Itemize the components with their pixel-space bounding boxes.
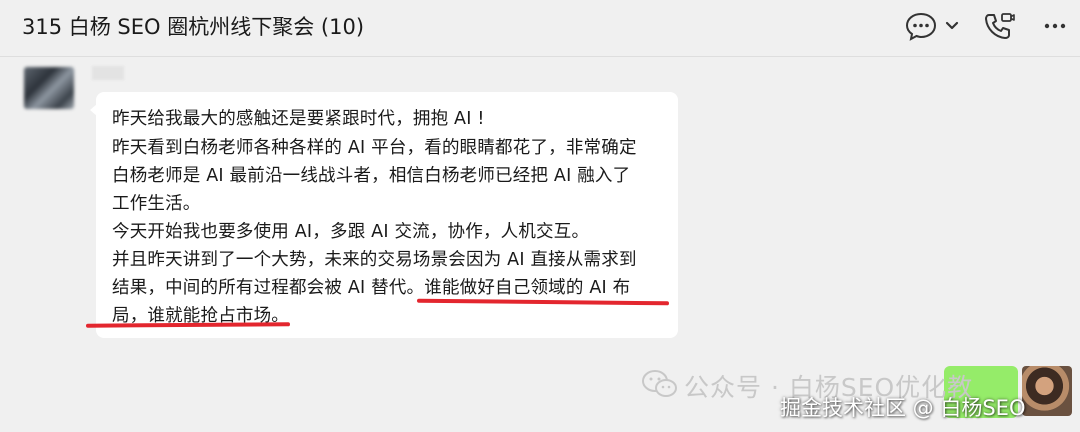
- message-line: 昨天给我最大的感触还是要紧跟时代，拥抱 AI !: [112, 109, 485, 129]
- message-line: 并且昨天讲到了一个大势，未来的交易场景会因为 AI 直接从需求到: [112, 250, 637, 270]
- more-icon[interactable]: [1038, 10, 1072, 42]
- chat-title: 315 白杨 SEO 圈杭州线下聚会 (10): [22, 15, 365, 39]
- header-divider: [0, 56, 1080, 57]
- chat-bubble-icon[interactable]: [904, 10, 938, 42]
- chat-header: 315 白杨 SEO 圈杭州线下聚会 (10): [0, 0, 1080, 54]
- bubble-tail: [90, 104, 97, 116]
- message-line: 白杨老师是 AI 最前沿一线战斗者，相信白杨老师已经把 AI 融入了: [112, 166, 631, 186]
- message-line: 今天开始我也要多使用 AI，多跟 AI 交流，协作，人机交互。: [112, 222, 590, 242]
- chevron-down-icon[interactable]: [944, 10, 960, 42]
- self-avatar[interactable]: [1022, 366, 1072, 416]
- message-line: 昨天看到白杨老师各种各样的 AI 平台，看的眼睛都花了，非常确定: [112, 138, 637, 158]
- juejin-watermark: 掘金技术社区 @ 白杨SEO: [780, 396, 1026, 420]
- wechat-icon: [640, 368, 680, 404]
- phone-call-icon[interactable]: [982, 10, 1016, 42]
- sender-avatar[interactable]: [24, 67, 74, 109]
- message-line: 结果，中间的所有过程都会被 AI 替代。谁能做好自己领域的 AI 布: [112, 278, 631, 298]
- sender-name-redacted: [92, 66, 124, 80]
- message-line: 工作生活。: [112, 194, 201, 214]
